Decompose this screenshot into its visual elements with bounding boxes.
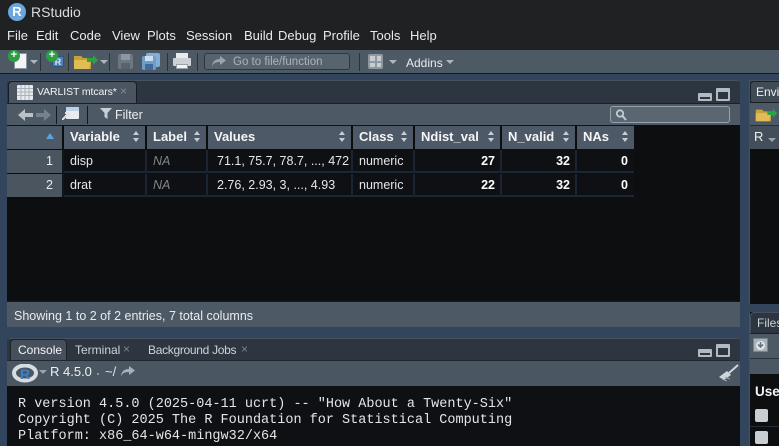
svg-text:R: R (20, 366, 30, 382)
